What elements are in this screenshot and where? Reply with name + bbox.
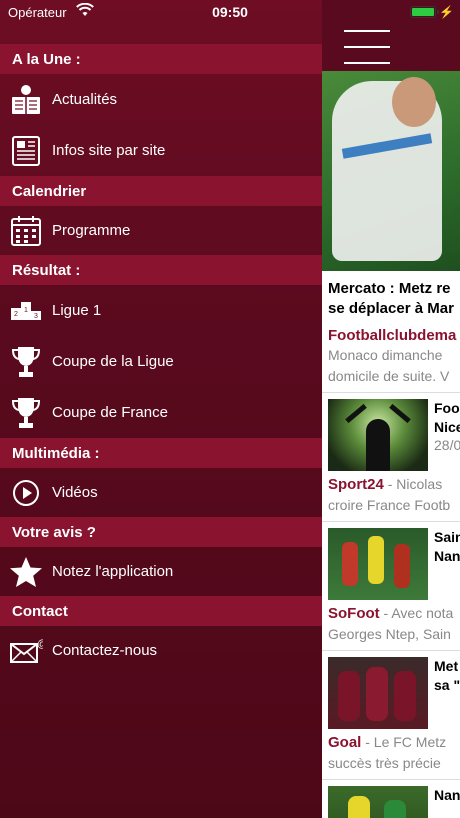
clock: 09:50 — [212, 4, 248, 20]
section-header-contact: Contact — [0, 596, 322, 626]
article-title-line-2: Nice — [434, 419, 460, 435]
list-item[interactable]: Sain Nan SoFoot - Avec nota Georges Ntep… — [322, 522, 460, 651]
section-header-calendrier: Calendrier — [0, 176, 322, 206]
article-title-line-1: Nan — [434, 787, 460, 803]
article-date: 28/0 — [434, 437, 460, 453]
menu-item-label: Vidéos — [52, 484, 98, 501]
featured-title-line-1: Mercato : Metz re — [328, 280, 451, 297]
article-title-line-1: Met — [434, 658, 459, 674]
featured-source: Footballclubdema — [328, 327, 457, 344]
article-thumbnail — [328, 786, 428, 818]
list-item[interactable]: Nan — [322, 780, 460, 818]
menu-item-label: Coupe de la Ligue — [52, 353, 174, 370]
charging-icon: ⚡ — [439, 5, 454, 19]
list-item[interactable]: Met sa " Goal - Le FC Metz succès très p… — [322, 651, 460, 780]
menu-item-coupe-de-france[interactable]: Coupe de France — [0, 387, 322, 438]
section-header-votre-avis: Votre avis ? — [0, 517, 322, 547]
article-source: SoFoot — [328, 605, 380, 622]
article-title-line-2: sa " — [434, 677, 460, 693]
menu-item-videos[interactable]: Vidéos — [0, 468, 322, 517]
article-snippet-line-2: Georges Ntep, Sain — [328, 626, 451, 642]
menu-item-label: Contactez-nous — [52, 642, 158, 659]
section-header-multimedia: Multimédia : — [0, 438, 322, 468]
menu-item-label: Actualités — [52, 91, 118, 108]
menu-item-infos-site-par-site[interactable]: Infos site par site — [0, 125, 322, 176]
trophy-icon — [0, 396, 52, 430]
menu-item-contactez-nous[interactable]: @ Contactez-nous — [0, 626, 322, 675]
article-title-line-1: Foo — [434, 400, 460, 416]
featured-title-line-2: se déplacer à Mar — [328, 300, 454, 317]
side-menu: A la Une : Actualités Infos site par sit… — [0, 0, 322, 818]
svg-text:2: 2 — [14, 311, 18, 318]
featured-article-image[interactable] — [322, 71, 460, 271]
article-title-line-1: Sain — [434, 529, 460, 545]
article-snippet: - Nicolas — [383, 476, 443, 492]
news-feed-panel[interactable]: Mercato : Metz re se déplacer à Mar Foot… — [322, 0, 460, 818]
calendar-icon — [0, 214, 52, 248]
menu-item-label: Coupe de France — [52, 404, 168, 421]
menu-item-programme[interactable]: Programme — [0, 206, 322, 255]
article-thumbnail — [328, 399, 428, 471]
article-snippet: - Le FC Metz — [361, 734, 447, 750]
menu-item-ligue-1[interactable]: 12 3 Ligue 1 — [0, 285, 322, 336]
svg-text:3: 3 — [34, 313, 38, 320]
menu-item-label: Programme — [52, 222, 131, 239]
svg-text:1: 1 — [24, 307, 28, 314]
trophy-icon — [0, 345, 52, 379]
article-source: Goal — [328, 734, 362, 751]
article-snippet-line-2: croire France Footb — [328, 497, 451, 513]
menu-item-label: Notez l'application — [52, 563, 174, 580]
article-thumbnail — [328, 657, 428, 729]
email-icon: @ — [0, 638, 52, 664]
section-header-a-la-une: A la Une : — [0, 44, 322, 74]
section-header-resultat: Résultat : — [0, 255, 322, 285]
menu-item-label: Ligue 1 — [52, 302, 102, 319]
article-thumbnail — [328, 528, 428, 600]
menu-item-coupe-de-la-ligue[interactable]: Coupe de la Ligue — [0, 336, 322, 387]
star-icon — [0, 556, 52, 588]
featured-article[interactable]: Mercato : Metz re se déplacer à Mar Foot… — [322, 271, 460, 386]
featured-snippet-line-1: Monaco dimanche — [328, 347, 443, 363]
menu-item-notez-application[interactable]: Notez l'application — [0, 547, 322, 596]
menu-item-actualites[interactable]: Actualités — [0, 74, 322, 125]
list-item[interactable]: Foo Nice 28/0 Sport24 - Nicolas croire F… — [322, 393, 460, 522]
battery-icon — [410, 6, 440, 18]
article-snippet: - Avec nota — [379, 605, 454, 621]
newspaper-icon — [0, 134, 52, 168]
article-title-line-2: Nan — [434, 548, 460, 564]
menu-item-label: Infos site par site — [52, 142, 166, 159]
status-bar: Opérateur 09:50 ⚡ — [0, 0, 460, 24]
play-circle-icon — [0, 479, 52, 507]
svg-text:@: @ — [37, 639, 43, 650]
podium-icon: 12 3 — [0, 300, 52, 322]
hamburger-menu-icon[interactable] — [344, 30, 390, 64]
article-snippet-line-2: succès très précie — [328, 755, 441, 771]
article-source: Sport24 — [328, 476, 384, 493]
featured-snippet-line-2: domicile de suite. V — [328, 368, 450, 384]
newspaper-reader-icon — [0, 84, 52, 116]
